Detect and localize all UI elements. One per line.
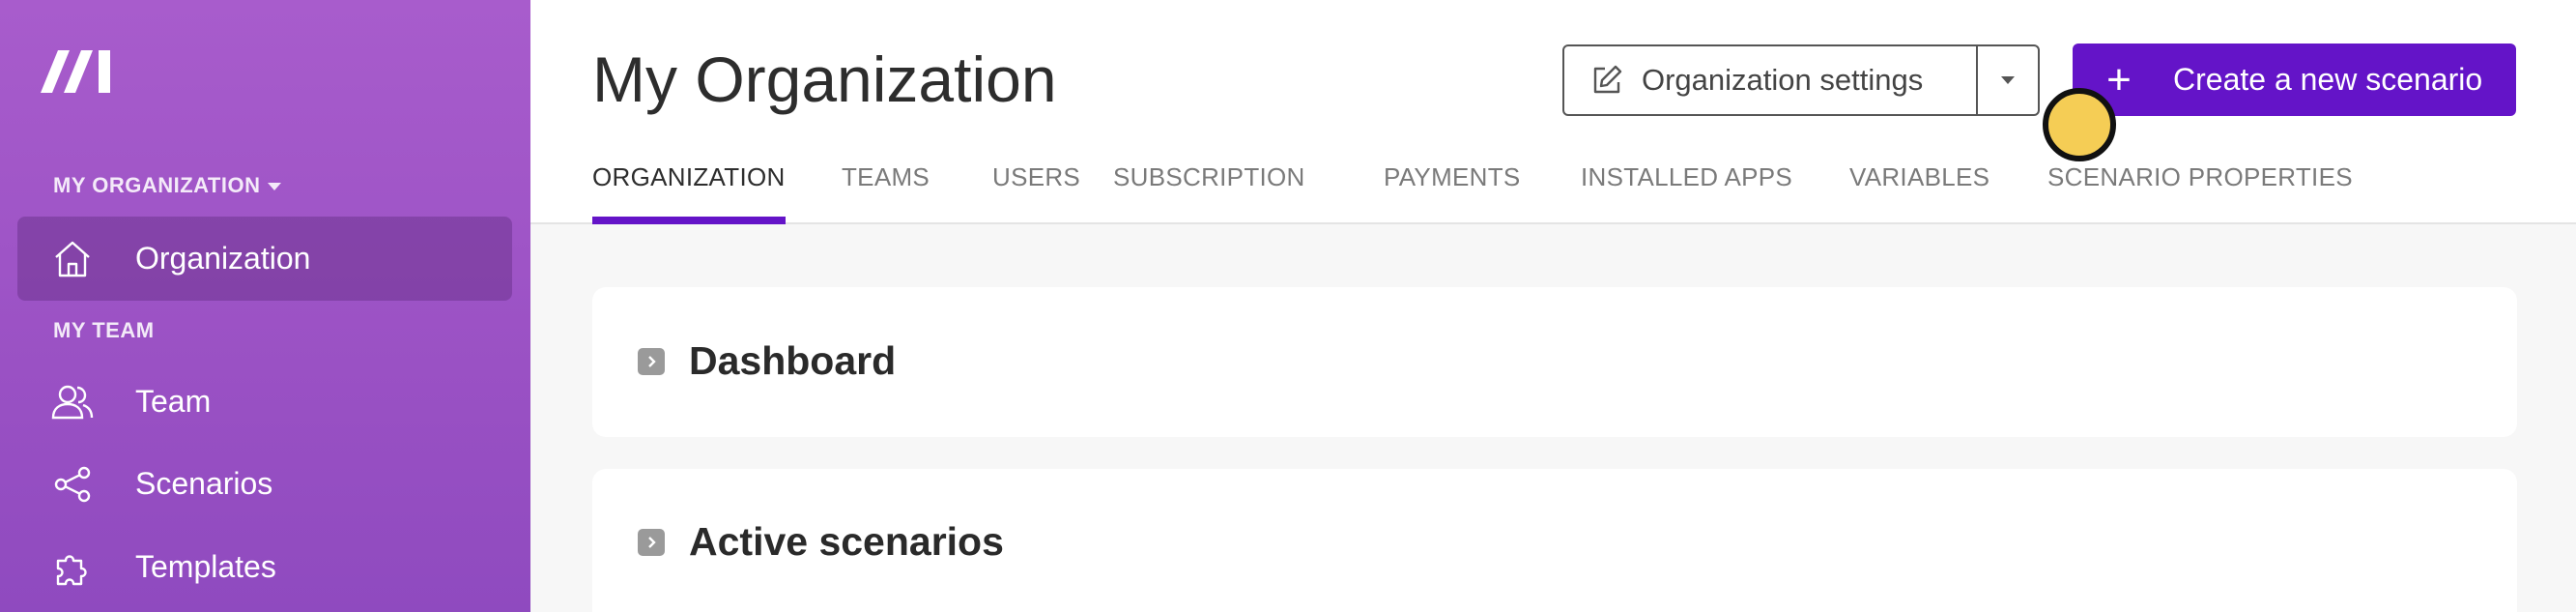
make-logo-icon[interactable] <box>39 46 112 97</box>
tab-teams[interactable]: TEAMS <box>842 162 930 224</box>
page-header: My Organization Organization settings + … <box>530 0 2576 224</box>
chevron-down-icon <box>268 183 282 191</box>
active-scenarios-card: Active scenarios <box>592 469 2517 612</box>
chevron-right-icon[interactable] <box>638 529 665 556</box>
card-title[interactable]: Dashboard <box>689 338 896 384</box>
tab-payments[interactable]: PAYMENTS <box>1384 162 1521 224</box>
sidebar-item-label: Scenarios <box>135 466 273 501</box>
team-section-label: MY TEAM <box>53 318 155 342</box>
sidebar-item-templates[interactable]: Templates <box>17 525 512 609</box>
share-icon <box>50 462 95 507</box>
sidebar-item-label: Templates <box>135 549 276 584</box>
chevron-right-icon[interactable] <box>638 348 665 375</box>
organization-settings-button-group: Organization settings <box>1562 44 2040 116</box>
create-scenario-label: Create a new scenario <box>2173 62 2483 97</box>
tab-users[interactable]: USERS <box>992 162 1080 224</box>
sidebar-item-label: Team <box>135 384 212 419</box>
org-section-label[interactable]: MY ORGANIZATION <box>53 173 282 198</box>
sidebar-item-label: Organization <box>135 241 311 276</box>
dashboard-card: Dashboard <box>592 287 2517 437</box>
settings-dropdown-toggle[interactable] <box>1978 46 2038 114</box>
home-icon <box>50 237 95 281</box>
tab-scenario-properties[interactable]: SCENARIO PROPERTIES <box>2047 162 2353 224</box>
org-section-text: MY ORGANIZATION <box>53 173 261 197</box>
edit-icon <box>1593 65 1622 94</box>
cursor-marker <box>2043 88 2116 161</box>
sidebar: MY ORGANIZATION Organization MY TEAM Tea… <box>0 0 530 612</box>
tab-subscription[interactable]: SUBSCRIPTION <box>1113 162 1305 224</box>
page-title: My Organization <box>592 44 1057 115</box>
organization-settings-button[interactable]: Organization settings <box>1564 46 1978 114</box>
puzzle-icon <box>50 545 95 590</box>
sidebar-item-team[interactable]: Team <box>17 360 512 444</box>
organization-settings-label: Organization settings <box>1642 63 1924 97</box>
chevron-down-icon <box>2001 76 2015 84</box>
sidebar-item-organization[interactable]: Organization <box>17 217 512 301</box>
tab-organization[interactable]: ORGANIZATION <box>592 162 786 224</box>
create-scenario-button[interactable]: + Create a new scenario <box>2073 44 2516 116</box>
plus-icon: + <box>2106 55 2132 103</box>
tab-installed-apps[interactable]: INSTALLED APPS <box>1581 162 1792 224</box>
sidebar-item-scenarios[interactable]: Scenarios <box>17 442 512 526</box>
tab-variables[interactable]: VARIABLES <box>1849 162 1989 224</box>
users-icon <box>50 380 95 424</box>
card-title[interactable]: Active scenarios <box>689 519 1004 565</box>
